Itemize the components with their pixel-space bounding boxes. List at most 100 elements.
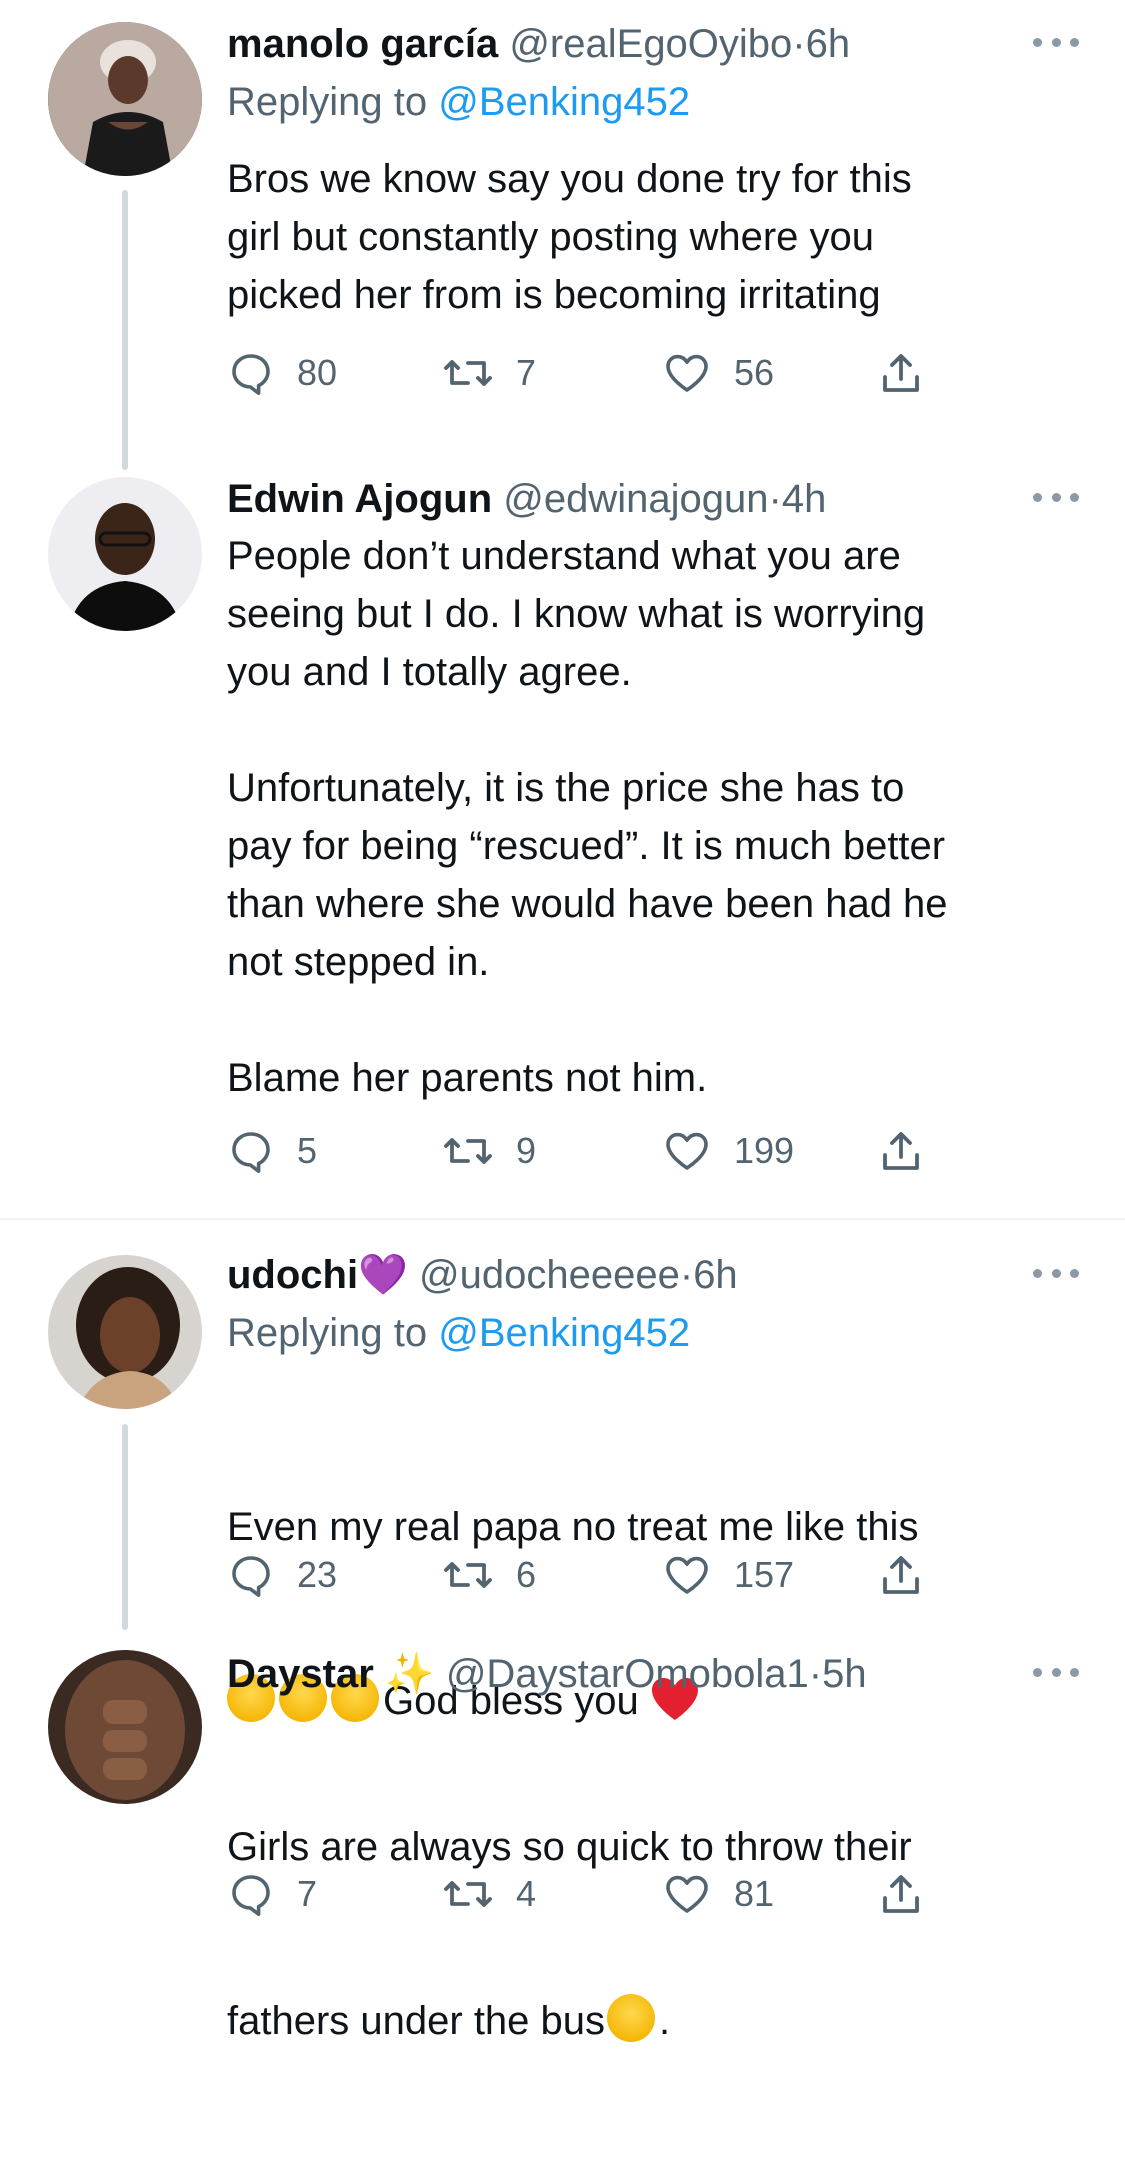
avatar-photo [48, 22, 202, 176]
share-icon [883, 354, 919, 392]
replying-to-mention[interactable]: @Benking452 [438, 1311, 690, 1355]
reply-count: 80 [297, 352, 338, 393]
tweet-text-line-2-text: fathers under the bus [227, 1999, 606, 2043]
thread-line [122, 190, 128, 470]
avatar[interactable] [48, 1650, 202, 1804]
reply-icon [232, 354, 270, 395]
replying-to: Replying to @Benking452 [227, 73, 690, 131]
reply-button[interactable]: 5 [227, 1121, 317, 1181]
share-button[interactable] [877, 1864, 925, 1924]
separator-dot: · [808, 1652, 823, 1696]
separator-dot: · [679, 1253, 694, 1297]
share-icon [883, 1875, 919, 1913]
retweet-button[interactable]: 6 [442, 1545, 536, 1605]
author-handle[interactable]: @realEgoOyibo [509, 22, 792, 66]
tweet-actions: 23 6 157 [227, 1545, 947, 1605]
tweet-text: People don’t understand what you are see… [227, 534, 948, 1100]
reply-count: 23 [297, 1554, 338, 1595]
reply-button[interactable]: 23 [227, 1545, 337, 1605]
reply-count: 7 [297, 1873, 318, 1914]
tweet-text-line-2: fathers under the bus. [227, 1992, 1097, 2050]
like-button[interactable]: 81 [662, 1864, 774, 1924]
retweet-icon [444, 1562, 492, 1588]
avatar[interactable] [48, 22, 202, 176]
tweet-time[interactable]: 6h [693, 1253, 738, 1297]
reply-button[interactable]: 80 [227, 343, 337, 403]
author-name[interactable]: Edwin Ajogun [227, 477, 492, 521]
more-icon[interactable] [1033, 1269, 1079, 1281]
tweet-1[interactable]: manolo garcía @realEgoOyibo·6h Replying … [0, 0, 1125, 480]
tweet-header: Daystar ✨ @DaystarOmobola1·5h [227, 1644, 1085, 1704]
like-button[interactable]: 199 [662, 1121, 794, 1181]
heart-icon [666, 1875, 708, 1913]
reply-icon [232, 1556, 270, 1597]
tweet-time[interactable]: 6h [806, 22, 851, 66]
reply-icon [232, 1875, 270, 1916]
retweet-icon [444, 1881, 492, 1907]
tweet-3[interactable]: udochi💜 @udocheeeee·6h Replying to @Benk… [0, 1220, 1125, 1723]
heart-icon [666, 354, 708, 392]
tweet-time[interactable]: 5h [822, 1652, 867, 1696]
share-icon [883, 1132, 919, 1170]
like-button[interactable]: 157 [662, 1545, 794, 1605]
retweet-button[interactable]: 4 [442, 1864, 536, 1924]
tweet-4[interactable]: Daystar ✨ @DaystarOmobola1·5h Girls are … [0, 1628, 1125, 2043]
author-handle[interactable]: @DaystarOmobola1 [446, 1652, 809, 1696]
like-count: 157 [734, 1554, 795, 1595]
author-name[interactable]: Daystar [227, 1652, 374, 1696]
avatar-photo [48, 477, 202, 631]
share-button[interactable] [877, 1121, 925, 1181]
tweet-actions: 5 9 199 [227, 1121, 947, 1181]
share-button[interactable] [877, 1545, 925, 1605]
sparkles-emoji: ✨ [384, 1652, 435, 1696]
author-name[interactable]: udochi [227, 1253, 358, 1297]
replying-to-prefix: Replying to [227, 1311, 428, 1355]
retweet-count: 6 [516, 1554, 537, 1595]
tweet-text: Bros we know say you done try for this g… [227, 157, 912, 317]
more-icon[interactable] [1033, 493, 1079, 505]
like-count: 81 [734, 1873, 775, 1914]
tweet-header: manolo garcía @realEgoOyibo·6h [227, 14, 1085, 74]
author-handle[interactable]: @edwinajogun [503, 477, 768, 521]
more-icon[interactable] [1033, 1668, 1079, 1680]
share-icon [883, 1556, 919, 1594]
tweet-header: Edwin Ajogun @edwinajogun·4h [227, 469, 1085, 529]
tweet-actions: 7 4 81 [227, 1864, 947, 1924]
tweet-header: udochi💜 @udocheeeee·6h [227, 1245, 1085, 1305]
like-count: 199 [734, 1130, 795, 1171]
tweet-text-line-2-end: . [659, 1999, 671, 2043]
tweet-actions: 80 7 56 [227, 343, 947, 403]
replying-to-prefix: Replying to [227, 80, 428, 124]
purple-heart-emoji: 💜 [358, 1253, 408, 1297]
replying-to-mention[interactable]: @Benking452 [438, 80, 690, 124]
reply-count: 5 [297, 1130, 318, 1171]
like-button[interactable]: 56 [662, 343, 774, 403]
separator-dot: · [768, 477, 782, 521]
reply-icon [232, 1132, 270, 1173]
avatar-photo [48, 1255, 202, 1409]
reply-button[interactable]: 7 [227, 1864, 317, 1924]
thread-line [122, 1424, 128, 1630]
retweet-button[interactable]: 9 [442, 1121, 536, 1181]
avatar-photo [48, 1650, 202, 1804]
retweet-count: 9 [516, 1130, 537, 1171]
heart-icon [666, 1556, 708, 1594]
author-name[interactable]: manolo garcía [227, 22, 498, 66]
tweet-time[interactable]: 4h [782, 477, 827, 521]
author-handle[interactable]: @udocheeeee [419, 1253, 680, 1297]
retweet-count: 7 [516, 352, 537, 393]
avatar[interactable] [48, 477, 202, 631]
avatar[interactable] [48, 1255, 202, 1409]
rolling-laughing-emoji [607, 1994, 656, 2042]
retweet-icon [444, 360, 492, 386]
retweet-count: 4 [516, 1873, 537, 1914]
separator-dot: · [792, 22, 806, 66]
like-count: 56 [734, 352, 775, 393]
tweet-text: Girls are always so quick to throw their… [227, 1702, 1097, 2166]
more-icon[interactable] [1033, 38, 1079, 50]
share-button[interactable] [877, 343, 925, 403]
retweet-icon [444, 1138, 492, 1164]
retweet-button[interactable]: 7 [442, 343, 536, 403]
tweet-2[interactable]: Edwin Ajogun @edwinajogun·4h People don’… [0, 465, 1125, 1215]
heart-icon [666, 1132, 708, 1170]
